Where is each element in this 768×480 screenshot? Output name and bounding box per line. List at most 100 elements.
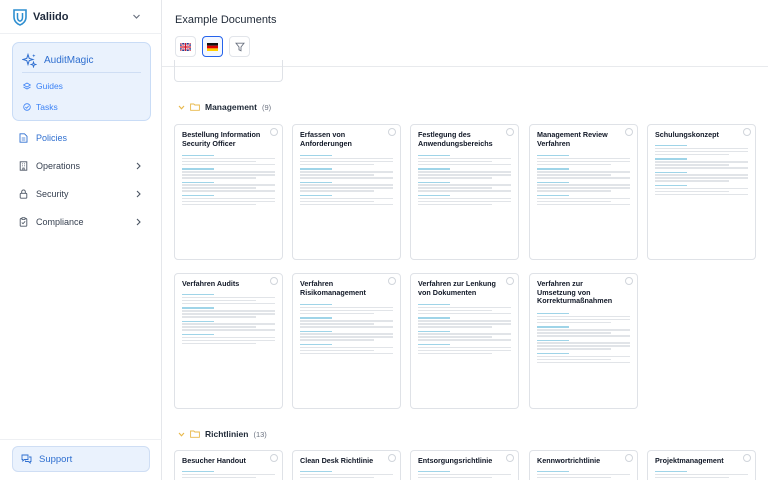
auditmagic-item-tasks[interactable]: Tasks — [23, 100, 58, 114]
document-preview — [655, 468, 748, 480]
document-title: Clean Desk Richtlinie — [300, 456, 374, 465]
group-count: (13) — [253, 429, 267, 439]
document-card[interactable]: Festlegung des Anwendungsbereichs — [410, 124, 519, 260]
language-en-button[interactable] — [175, 36, 196, 57]
sidebar-divider — [0, 439, 162, 440]
chevron-right-icon — [136, 218, 141, 226]
document-preview — [537, 310, 630, 365]
sidebar-item-label: Compliance — [36, 217, 84, 227]
group-header-management[interactable]: Management (9) — [178, 100, 271, 114]
document-preview — [182, 291, 275, 346]
chevron-down-icon[interactable] — [132, 12, 141, 21]
document-title: Schulungskonzept — [655, 130, 719, 139]
auditmagic-divider — [22, 72, 141, 73]
auditmagic-item-label: Guides — [36, 81, 63, 91]
document-title: Kennwortrichtlinie — [537, 456, 601, 465]
document-select-checkbox[interactable] — [743, 454, 751, 462]
document-title: Verfahren zur Lenkung von Dokumenten — [418, 279, 496, 297]
group-count: (9) — [261, 102, 272, 112]
sidebar-item-security[interactable]: Security — [19, 186, 146, 202]
document-select-checkbox[interactable] — [270, 454, 278, 462]
sidebar-item-operations[interactable]: Operations — [19, 158, 146, 174]
document-card[interactable]: Verfahren Audits — [174, 273, 283, 409]
building-icon — [19, 161, 28, 171]
language-de-button[interactable] — [202, 36, 223, 57]
group-title: Management — [205, 102, 257, 112]
document-title: Erfassen von Anforderungen — [300, 130, 352, 148]
document-select-checkbox[interactable] — [270, 128, 278, 136]
german-flag-icon — [207, 42, 218, 51]
document-title: Festlegung des Anwendungsbereichs — [418, 130, 493, 148]
document-select-checkbox[interactable] — [388, 128, 396, 136]
auditmagic-panel: AuditMagic Guides Tasks — [12, 42, 151, 121]
sidebar-item-label: Policies — [36, 133, 68, 143]
chevron-right-icon — [136, 190, 141, 198]
document-title: Projektmanagement — [655, 456, 724, 465]
document-preview — [655, 142, 748, 197]
document-select-checkbox[interactable] — [388, 454, 396, 462]
support-label: Support — [39, 453, 73, 465]
brand-name: Valiido — [33, 11, 69, 23]
document-select-checkbox[interactable] — [506, 128, 514, 136]
clipboard-icon — [19, 217, 28, 227]
filter-icon — [234, 42, 245, 52]
toolbar — [175, 36, 250, 57]
document-select-checkbox[interactable] — [625, 128, 633, 136]
sidebar-item-policies[interactable]: Policies — [19, 130, 146, 146]
document-preview — [182, 468, 275, 480]
sidebar-item-label: Security — [36, 189, 69, 199]
document-select-checkbox[interactable] — [270, 277, 278, 285]
document-preview — [300, 152, 393, 207]
chat-bubbles-icon — [21, 454, 32, 464]
document-select-checkbox[interactable] — [625, 277, 633, 285]
document-card[interactable]: Projektmanagement — [647, 450, 756, 480]
document-card[interactable]: Erfassen von Anforderungen — [292, 124, 401, 260]
document-card[interactable]: Clean Desk Richtlinie — [292, 450, 401, 480]
auditmagic-title: AuditMagic — [44, 54, 94, 66]
document-select-checkbox[interactable] — [625, 454, 633, 462]
document-preview — [182, 152, 275, 207]
document-select-checkbox[interactable] — [506, 277, 514, 285]
document-preview — [418, 468, 511, 480]
document-preview — [537, 468, 630, 480]
uk-flag-icon — [180, 42, 191, 51]
support-button[interactable]: Support — [12, 446, 150, 472]
document-title: Verfahren Audits — [182, 279, 240, 288]
document-select-checkbox[interactable] — [743, 128, 751, 136]
chevron-down-icon — [178, 432, 185, 437]
document-preview — [418, 152, 511, 207]
document-preview — [418, 301, 511, 356]
document-title: Verfahren zur Umsetzung von Korrekturmaß… — [537, 279, 613, 306]
chevron-down-icon — [178, 105, 185, 110]
document-select-checkbox[interactable] — [388, 277, 396, 285]
document-card-partial[interactable] — [174, 60, 283, 82]
sidebar: Valiido AuditMagic Guides Tasks Policies… — [0, 0, 162, 480]
document-card[interactable]: Besucher Handout — [174, 450, 283, 480]
group-title: Richtlinien — [205, 429, 249, 439]
document-title: Bestellung Information Security Officer — [182, 130, 261, 148]
document-card[interactable]: Schulungskonzept — [647, 124, 756, 260]
sidebar-divider — [0, 33, 162, 34]
document-card[interactable]: Entsorgungsrichtlinie — [410, 450, 519, 480]
document-preview — [537, 152, 630, 207]
filter-button[interactable] — [229, 36, 250, 57]
document-card[interactable]: Bestellung Information Security Officer — [174, 124, 283, 260]
document-icon — [19, 133, 28, 143]
brand[interactable]: Valiido — [12, 8, 68, 26]
document-title: Verfahren Risikomanagement — [300, 279, 366, 297]
valiido-logo-icon — [13, 9, 27, 26]
document-title: Entsorgungsrichtlinie — [418, 456, 493, 465]
document-select-checkbox[interactable] — [506, 454, 514, 462]
document-card[interactable]: Management Review Verfahren — [529, 124, 638, 260]
document-card[interactable]: Verfahren Risikomanagement — [292, 273, 401, 409]
document-card[interactable]: Verfahren zur Lenkung von Dokumenten — [410, 273, 519, 409]
lock-icon — [19, 189, 28, 199]
group-header-richtlinien[interactable]: Richtlinien (13) — [178, 427, 267, 441]
check-circle-icon — [23, 103, 31, 111]
document-card[interactable]: Verfahren zur Umsetzung von Korrekturmaß… — [529, 273, 638, 409]
document-card[interactable]: Kennwortrichtlinie — [529, 450, 638, 480]
auditmagic-item-guides[interactable]: Guides — [23, 79, 63, 93]
sidebar-item-compliance[interactable]: Compliance — [19, 214, 146, 230]
auditmagic-header[interactable]: AuditMagic — [22, 51, 93, 69]
sidebar-item-label: Operations — [36, 161, 81, 171]
